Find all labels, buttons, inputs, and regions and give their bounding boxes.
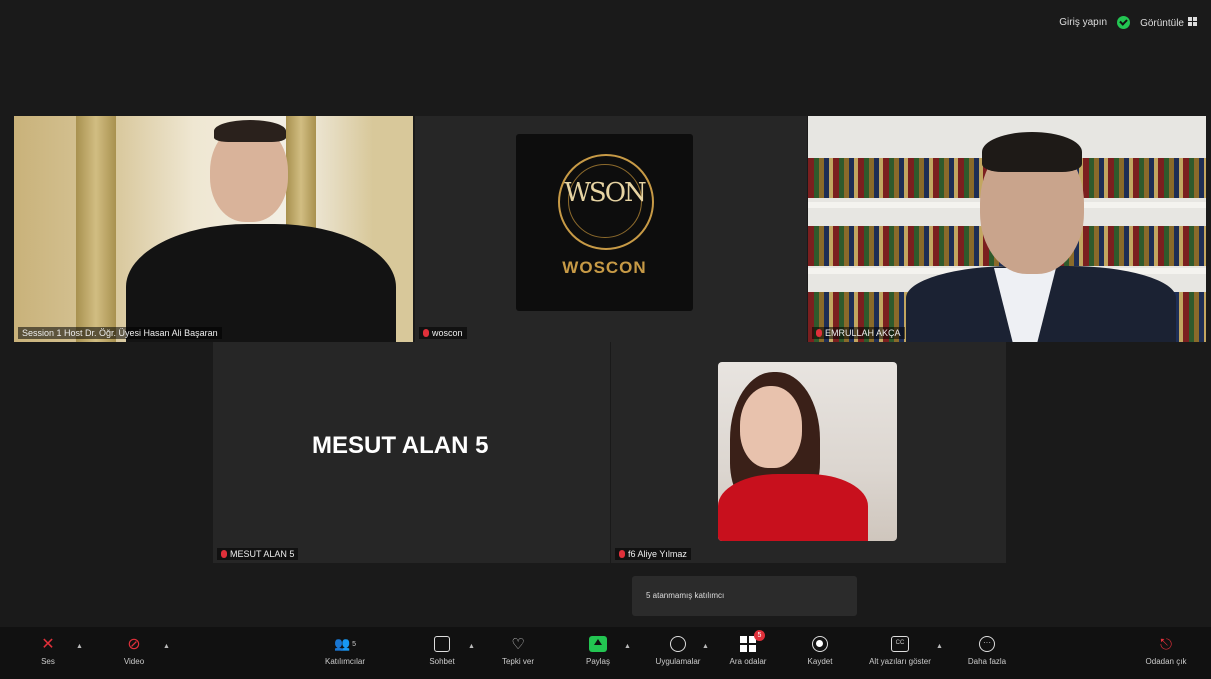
- chat-options-caret[interactable]: ▲: [468, 643, 475, 650]
- participant-name: EMRULLAH AKÇA: [812, 327, 905, 339]
- aliye-video-feed: [718, 362, 897, 541]
- breakout-rooms-icon: 5: [740, 630, 765, 652]
- participants-button[interactable]: 👥 5 Katılımcılar: [309, 631, 381, 666]
- participants-icon: 👥: [333, 636, 351, 651]
- top-bar: Giriş yapın Görüntüle: [1059, 16, 1197, 29]
- apps-icon: [670, 636, 686, 652]
- leave-button[interactable]: ⎋ Odadan çık: [1130, 631, 1202, 667]
- grid-view-icon: [1188, 16, 1197, 26]
- signin-link[interactable]: Giriş yapın: [1059, 17, 1107, 28]
- person: [126, 224, 396, 342]
- chat-icon: [434, 636, 450, 652]
- muted-mic-icon: [423, 329, 429, 337]
- leave-icon: ⎋: [1160, 635, 1172, 653]
- participant-name: woscon: [419, 327, 467, 339]
- muted-mic-icon: [816, 329, 822, 337]
- woscon-logo: WSON WOSCON: [516, 134, 693, 311]
- participant-big-name: MESUT ALAN 5: [312, 432, 489, 459]
- curtain: [76, 116, 116, 342]
- muted-mic-icon: ✕: [41, 636, 55, 653]
- muted-mic-icon: [221, 550, 227, 558]
- breakout-rooms-button[interactable]: 5 Ara odalar: [712, 630, 784, 666]
- audio-options-caret[interactable]: ▲: [76, 643, 83, 650]
- view-button[interactable]: Görüntüle: [1140, 16, 1197, 29]
- video-tile-emrullah[interactable]: EMRULLAH AKÇA: [808, 116, 1206, 342]
- video-tile-host[interactable]: Session 1 Host Dr. Öğr. Üyesi Hasan Ali …: [14, 116, 413, 342]
- participant-name: f6 Aliye Yılmaz: [615, 548, 691, 560]
- participants-count: 5: [352, 640, 357, 648]
- logo-monogram: WSON: [564, 178, 647, 208]
- share-options-caret[interactable]: ▲: [624, 643, 631, 650]
- captions-options-caret[interactable]: ▲: [936, 643, 943, 650]
- unassigned-participants-popup: 5 atanmamış katılımcı: [632, 576, 857, 616]
- person: [718, 474, 868, 541]
- video-button[interactable]: ⊘ Video: [98, 631, 170, 666]
- participant-name: Session 1 Host Dr. Öğr. Üyesi Hasan Ali …: [18, 327, 222, 339]
- more-button[interactable]: ··· Daha fazla: [951, 631, 1023, 666]
- record-button[interactable]: Kaydet: [784, 631, 856, 666]
- captions-button[interactable]: CC Alt yazıları göster: [852, 631, 948, 666]
- person-face: [740, 386, 802, 468]
- person-hair: [982, 132, 1082, 172]
- breakout-rooms-badge: 5: [754, 630, 765, 641]
- share-screen-icon: [589, 636, 607, 652]
- captions-icon: CC: [891, 636, 909, 652]
- record-icon: [812, 636, 828, 652]
- person-hair: [214, 120, 286, 142]
- logo-text: WOSCON: [562, 258, 647, 277]
- video-off-icon: ⊘: [127, 636, 141, 653]
- security-shield-icon[interactable]: [1117, 16, 1131, 29]
- heart-icon: ♡: [511, 636, 525, 653]
- meeting-toolbar: ✕ Ses ▲ ⊘ Video ▲ 👥 5 Katılımcılar Sohbet…: [0, 627, 1211, 679]
- participant-name: MESUT ALAN 5: [217, 548, 299, 560]
- audio-button[interactable]: ✕ Ses: [12, 631, 84, 666]
- video-options-caret[interactable]: ▲: [163, 643, 170, 650]
- react-button[interactable]: ♡ Tepki ver: [482, 631, 554, 666]
- muted-mic-icon: [619, 550, 625, 558]
- apps-options-caret[interactable]: ▲: [702, 643, 709, 650]
- more-icon: ···: [979, 636, 995, 652]
